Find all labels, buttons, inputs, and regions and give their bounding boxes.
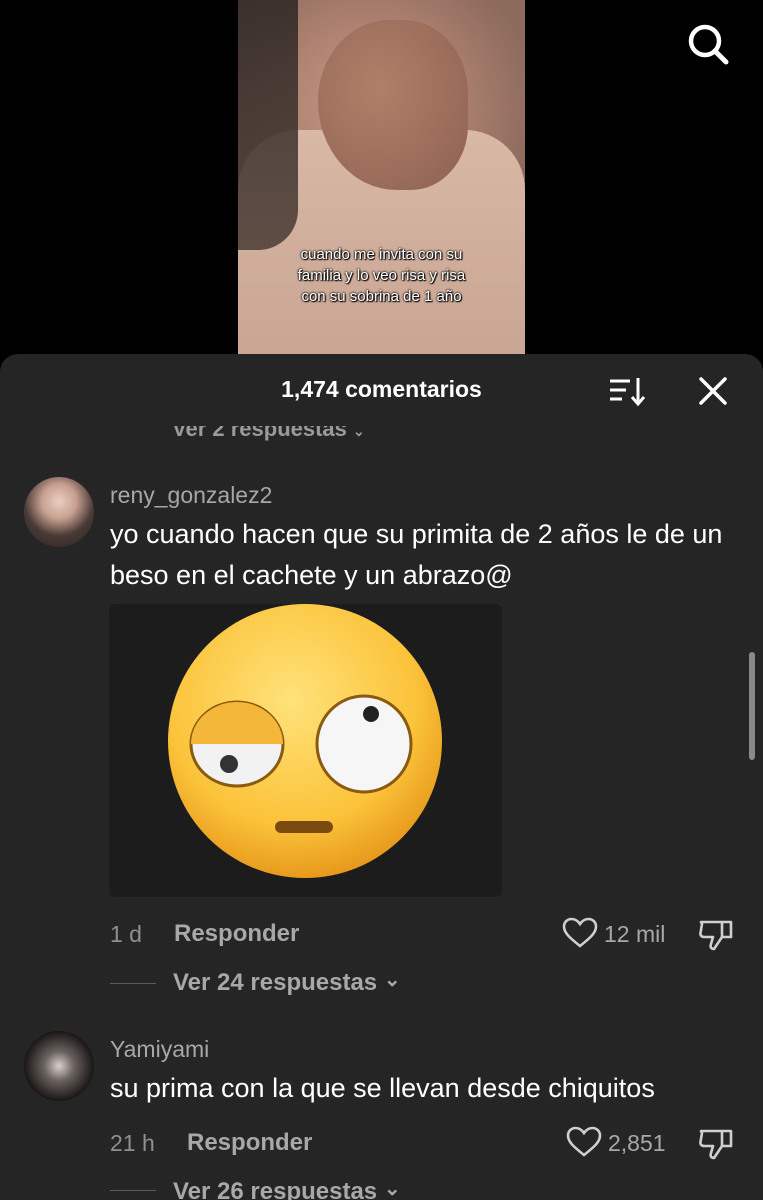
close-icon (699, 377, 727, 405)
dislike-icon[interactable] (698, 917, 734, 951)
video-figure-hair (238, 0, 298, 250)
view-replies-label: Ver 2 respuestas (172, 416, 347, 441)
chevron-down-icon: ⌄ (383, 969, 401, 991)
comment-time: 1 d (110, 921, 142, 947)
chevron-down-icon: ⌄ (383, 1178, 401, 1200)
comment-text: su prima con la que se llevan desde chiq… (110, 1073, 655, 1103)
dislike-icon[interactable] (698, 1126, 734, 1160)
heart-icon[interactable] (566, 1126, 602, 1158)
heart-icon[interactable] (562, 917, 598, 949)
sort-button[interactable] (608, 376, 648, 408)
close-button[interactable] (696, 374, 730, 408)
scrollbar[interactable] (749, 652, 755, 760)
comments-sheet: 1,474 comentarios Ver 2 respuestas ⌄ ren… (0, 354, 763, 1200)
search-icon (688, 24, 729, 65)
video-caption-line: con su sobrina de 1 año (301, 288, 462, 305)
comment-text: yo cuando hacen que su primita de 2 años… (110, 519, 723, 590)
sort-icon (610, 378, 646, 407)
video-caption: cuando me invita con su familia y lo veo… (248, 244, 515, 307)
video-caption-line: familia y lo veo risa y risa (297, 267, 466, 284)
avatar[interactable] (24, 1031, 94, 1101)
comment-username[interactable]: reny_gonzalez2 (110, 482, 272, 509)
comment-time: 21 h (110, 1130, 155, 1156)
like-count: 2,851 (608, 1130, 666, 1156)
view-replies-partial[interactable]: Ver 2 respuestas ⌄ (172, 416, 365, 442)
comment-sticker (109, 604, 502, 897)
comments-count-title: 1,474 comentarios (281, 376, 482, 402)
chevron-down-icon: ⌄ (353, 423, 365, 439)
video-caption-line: cuando me invita con su (300, 246, 463, 263)
video-thumbnail[interactable]: cuando me invita con su familia y lo veo… (238, 0, 525, 358)
reply-button[interactable]: Responder (174, 920, 299, 948)
replies-divider (110, 1190, 156, 1191)
avatar[interactable] (24, 477, 94, 547)
view-replies-label: Ver 26 respuestas (173, 1178, 378, 1200)
replies-divider (110, 983, 156, 984)
reply-button[interactable]: Responder (187, 1129, 312, 1157)
view-replies-button[interactable]: Ver 26 respuestas ⌄ (173, 1178, 401, 1200)
view-replies-button[interactable]: Ver 24 respuestas ⌄ (173, 969, 401, 997)
eye-roll-emoji-icon (168, 604, 442, 878)
view-replies-label: Ver 24 respuestas (173, 969, 378, 996)
like-count: 12 mil (604, 921, 666, 947)
search-button[interactable] (686, 22, 730, 66)
comment-username[interactable]: Yamiyami (110, 1036, 209, 1063)
